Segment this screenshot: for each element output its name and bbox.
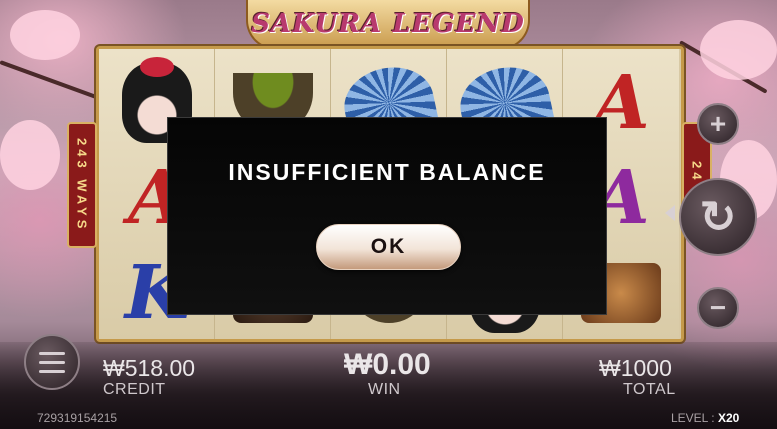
dialog-message: INSUFFICIENT BALANCE <box>228 159 546 185</box>
ok-button-label: OK <box>370 235 407 258</box>
ok-button[interactable]: OK <box>316 224 461 270</box>
modal-overlay: INSUFFICIENT BALANCE OK <box>0 0 777 429</box>
insufficient-balance-dialog: INSUFFICIENT BALANCE OK <box>167 117 607 315</box>
